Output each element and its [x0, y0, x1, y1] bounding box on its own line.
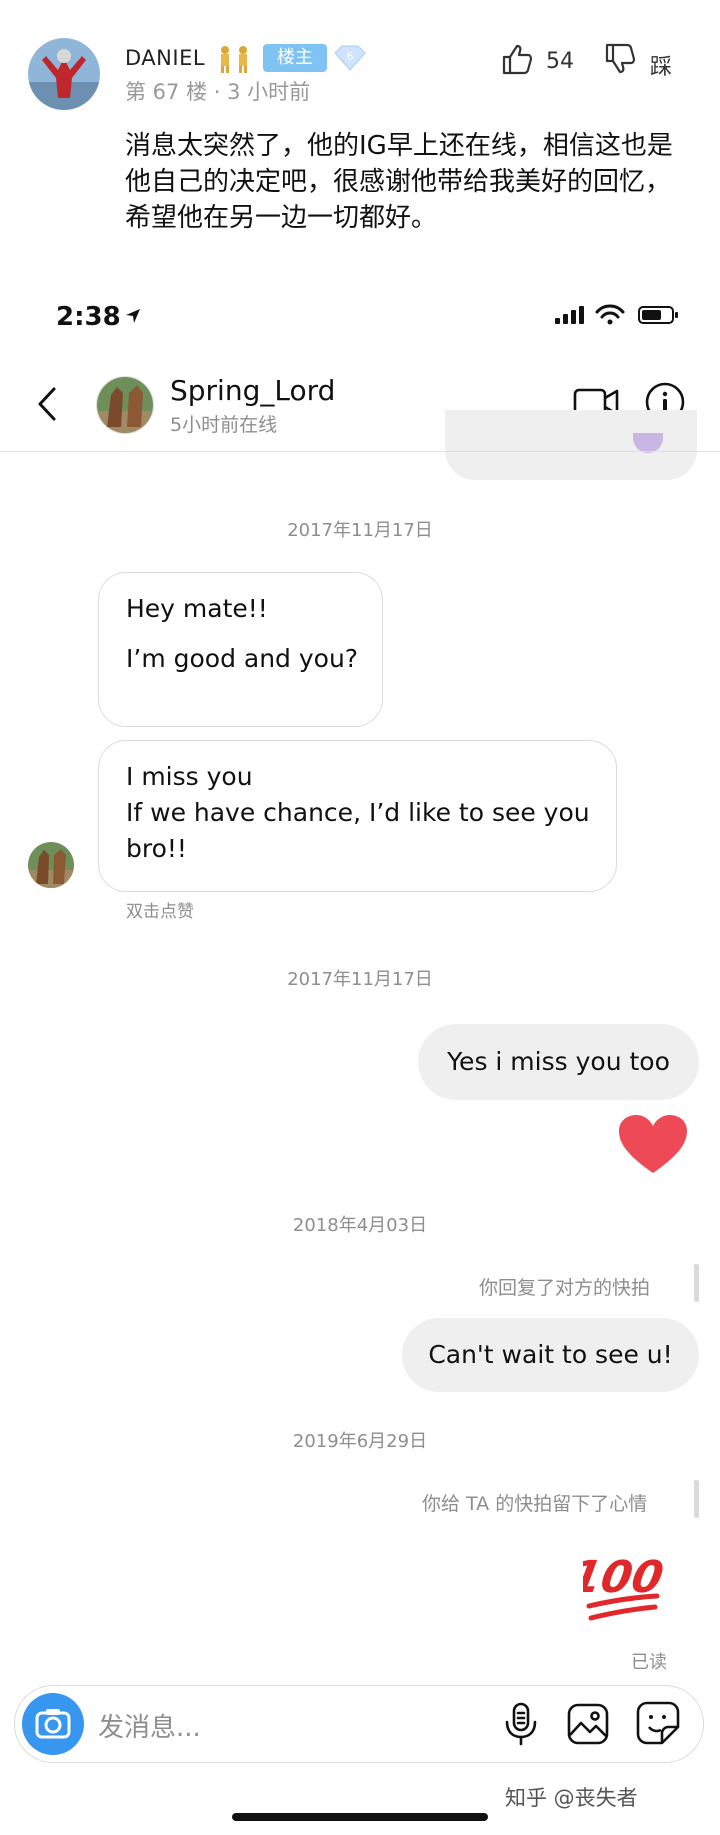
contact-last-seen: 5小时前在线 [170, 414, 278, 436]
sticker-icon[interactable] [635, 1700, 681, 1750]
host-badge: 楼主 [263, 44, 327, 72]
back-chevron-icon[interactable] [34, 385, 60, 427]
battery-icon [638, 306, 678, 324]
date-separator: 2017年11月17日 [287, 969, 433, 990]
status-icons [553, 302, 683, 332]
contact-name[interactable]: Spring_Lord [170, 374, 335, 407]
message-text: Hey mate!! [126, 594, 268, 623]
outgoing-message-bubble[interactable]: Yes i miss you too [418, 1024, 699, 1100]
message-text: I miss you [126, 762, 253, 791]
read-receipt: 已读 [631, 1652, 667, 1673]
watermark: 知乎 @丧失者 [505, 1786, 638, 1810]
message-input[interactable]: 发消息... [98, 1707, 201, 1744]
contact-avatar[interactable] [96, 376, 154, 434]
like-count: 54 [546, 49, 574, 74]
story-reaction-note: 你给 TA 的快拍留下了心情 [422, 1493, 648, 1515]
level-gem-icon: 6 [333, 44, 367, 76]
sender-avatar[interactable] [28, 842, 74, 888]
gallery-icon[interactable] [566, 1702, 610, 1750]
post-body: 消息太突然了，他的IG早上还在线，相信这也是他自己的决定吧，很感谢他带给我美好的… [125, 131, 673, 233]
message-text: I’m good and you? [126, 644, 359, 673]
date-separator: 2018年4月03日 [292, 1215, 428, 1236]
location-arrow-icon [126, 309, 140, 323]
user-avatar[interactable] [28, 38, 100, 110]
wifi-icon [595, 304, 625, 325]
home-indicator [232, 1813, 488, 1821]
reply-quote-bar [694, 1480, 699, 1518]
camera-icon [35, 1709, 71, 1739]
outgoing-message-bubble[interactable]: Can't wait to see u! [402, 1318, 699, 1392]
heart-reaction-icon[interactable] [617, 1113, 689, 1181]
medal-icon [215, 44, 255, 78]
message-text: If we have chance, I’d like to see you [126, 798, 590, 827]
header-divider-overlay [0, 451, 720, 452]
incoming-message-bubble[interactable]: I miss you If we have chance, I’d like t… [98, 740, 617, 892]
dislike-label[interactable]: 踩 [650, 49, 672, 81]
thumbs-up-icon[interactable] [500, 42, 534, 80]
thumbs-down-icon[interactable] [603, 42, 637, 80]
microphone-icon[interactable] [503, 1701, 539, 1751]
level-number: 6 [347, 50, 354, 63]
story-reply-note: 你回复了对方的快拍 [479, 1277, 651, 1299]
camera-button[interactable] [22, 1693, 84, 1755]
username[interactable]: DANIEL [125, 46, 205, 70]
date-separator: 2019年6月29日 [292, 1431, 428, 1452]
hundred-points-emoji-icon[interactable]: 100 [566, 1542, 667, 1630]
incoming-message-bubble[interactable]: Hey mate!! I’m good and you? [98, 572, 383, 727]
signal-icon [555, 306, 584, 324]
status-time: 2:38 [56, 302, 121, 332]
forum-post: DANIEL 楼主 6 第 67 楼 · 3 小时前 54 踩 消息太突然了，他… [0, 0, 720, 275]
reply-quote-bar [694, 1264, 699, 1302]
double-tap-like-hint: 双击点赞 [126, 902, 194, 922]
date-separator: 2017年11月17日 [287, 520, 433, 541]
message-text: bro!! [126, 834, 187, 863]
floor-info: 第 67 楼 · 3 小时前 [125, 80, 311, 104]
